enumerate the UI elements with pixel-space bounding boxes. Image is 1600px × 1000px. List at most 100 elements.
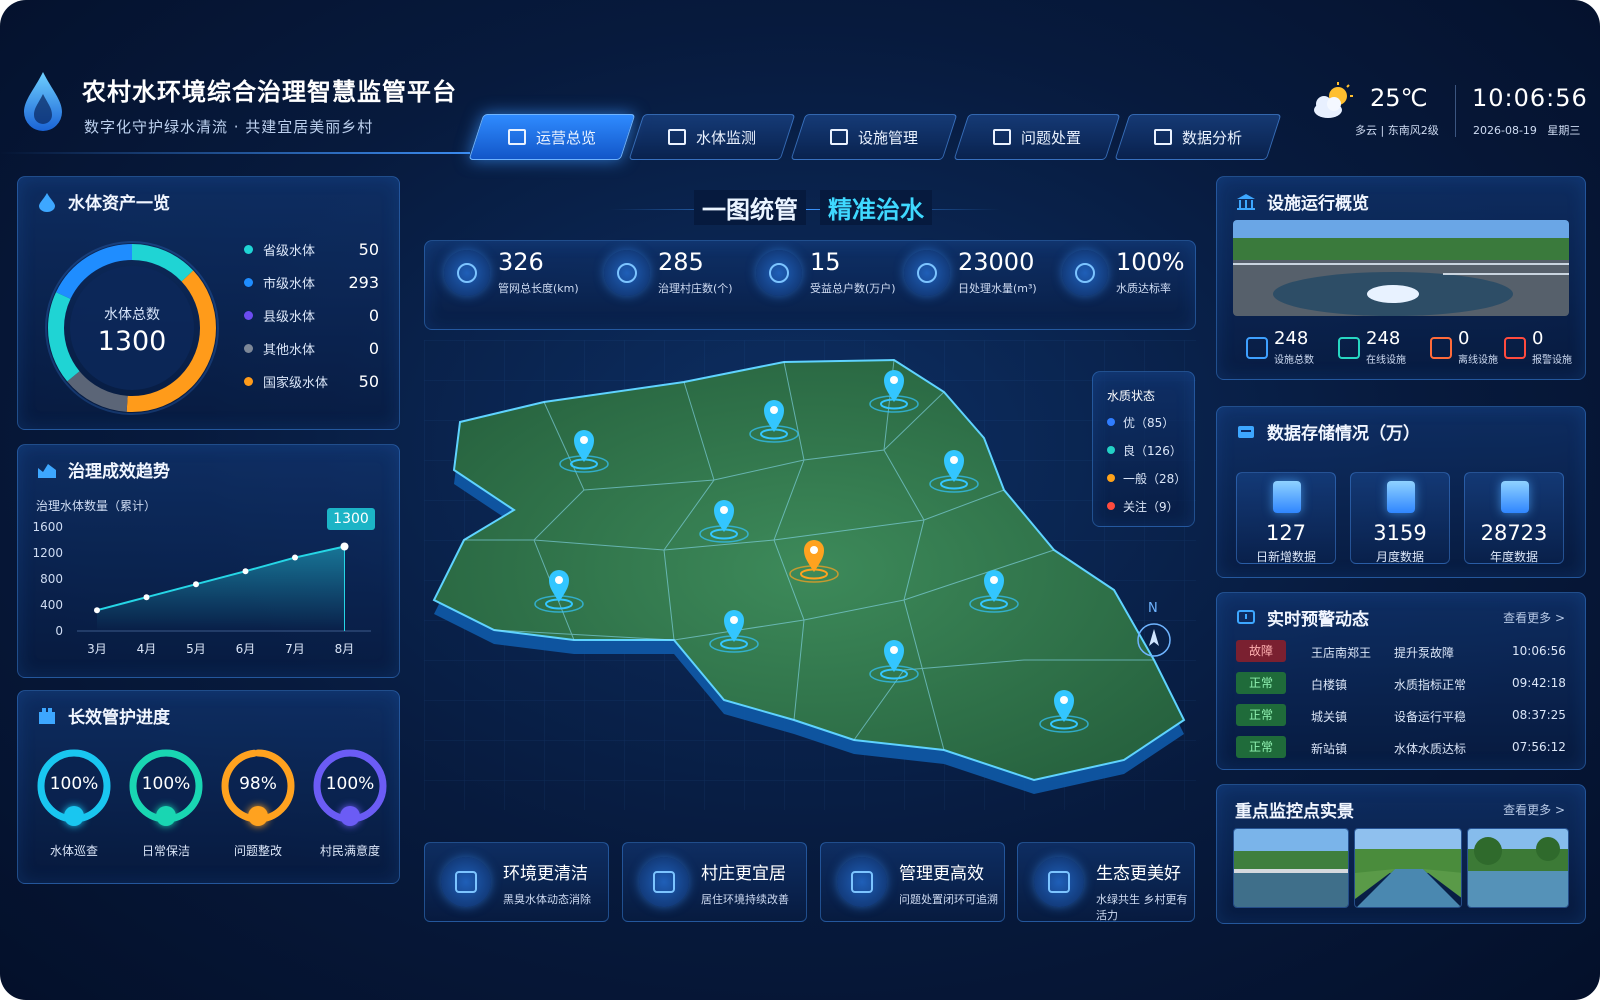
alert-row[interactable]: 故障 王店南郑王 提升泵故障 10:06:56 — [1236, 640, 1566, 664]
facility-title: 设施运行概览 — [1267, 194, 1369, 214]
legend-label: 国家级水体 — [263, 376, 329, 391]
ring-percent: 100% — [49, 774, 99, 794]
facility-stat-text: 0 离线设施 — [1458, 330, 1498, 367]
trend-point — [193, 581, 199, 588]
goal-card[interactable]: 村庄更宜居 居住环境持续改善 — [622, 842, 807, 922]
card-icon-glyph — [851, 871, 873, 893]
alert-status-badge: 故障 — [1236, 640, 1286, 662]
legend-value: 50 — [358, 240, 379, 259]
kpi-icon-glyph — [457, 263, 477, 283]
kpi-text: 15 受益总户数(万户) — [810, 250, 896, 296]
alert-row[interactable]: 正常 城关镇 设备运行平稳 08:37:25 — [1236, 704, 1566, 728]
ring-label: 水体巡查 — [49, 844, 98, 858]
file-icon — [1273, 481, 1301, 513]
kpi-icon-glyph — [917, 263, 937, 283]
card-subtitle: 黑臭水体动态消除 — [503, 893, 591, 906]
facility-stat: 0 离线设施 — [1430, 330, 1498, 366]
compass-label: N — [1148, 601, 1158, 616]
inspection-icon — [64, 806, 84, 826]
current-date: 2026-08-19 星期三 — [1473, 124, 1581, 137]
legend-dot — [244, 278, 253, 287]
alarm-icon — [1504, 337, 1526, 359]
panel-title: 数据存储情况（万） — [1235, 419, 1420, 444]
facility-stat: 0 报警设施 — [1504, 330, 1572, 366]
scene-thumbnail[interactable] — [1354, 828, 1462, 908]
trend-area — [97, 546, 345, 631]
trend-point — [94, 607, 100, 614]
legend-label: 省级水体 — [263, 244, 316, 259]
storage-title: 数据存储情况（万） — [1267, 424, 1420, 444]
alert-row[interactable]: 正常 新站镇 水体水质达标 07:56:12 — [1236, 736, 1566, 760]
alert-row[interactable]: 正常 白楼镇 水质指标正常 09:42:18 — [1236, 672, 1566, 696]
legend-dot — [1107, 446, 1115, 454]
legend-value: 0 — [368, 339, 379, 358]
scene-thumbnail[interactable] — [1467, 828, 1569, 908]
nav-tab-label: 问题处置 — [1020, 128, 1081, 147]
storage-item: 3159 月度数据 — [1350, 472, 1450, 564]
nav-tab-label: 运营总览 — [535, 128, 596, 147]
alert-event: 提升泵故障 — [1394, 646, 1455, 660]
nav-tab[interactable]: 水体监测 — [628, 114, 796, 160]
facility-stat-text: 0 报警设施 — [1532, 328, 1572, 367]
legend-label: 关注（9） — [1123, 499, 1179, 514]
facility-stat-text: 248 在线设施 — [1366, 328, 1406, 367]
legend-item: 优（85） — [1107, 408, 1194, 436]
bar-chart-icon — [1153, 129, 1172, 145]
facility-stat: 248 设施总数 — [1246, 330, 1314, 366]
building-icon — [36, 705, 58, 727]
goal-card[interactable]: 环境更清洁 黑臭水体动态消除 — [424, 842, 609, 922]
nav-tab[interactable]: 数据分析 — [1114, 114, 1282, 160]
dashboard-screen: 农村水环境综合治理智慧监管平台 数字化守护绿水清流 · 共建宜居美丽乡村 运营总… — [0, 0, 1600, 1000]
legend-dot — [1107, 474, 1115, 482]
nav-tab[interactable]: 问题处置 — [953, 114, 1121, 160]
legend-label: 一般（28） — [1123, 471, 1187, 486]
facility-stat-value: 0 — [1532, 328, 1544, 349]
goal-card[interactable]: 管理更高效 问题处置闭环可追溯 — [820, 842, 1005, 922]
facility-stat-value: 248 — [1366, 328, 1401, 349]
panel-title: 长效管护进度 — [36, 703, 170, 728]
alert-status-badge: 正常 — [1236, 736, 1286, 758]
legend-item: 一般（28） — [1107, 464, 1194, 492]
trend-title: 治理成效趋势 — [68, 462, 170, 482]
storage-label: 日新增数据 — [1255, 550, 1316, 564]
nav-tab[interactable]: 设施管理 — [790, 114, 958, 160]
alert-monitor-icon — [1235, 607, 1257, 629]
trend-chart-icon — [36, 459, 58, 481]
assets-legend-item: 省级水体 50 — [244, 240, 379, 259]
ring-percent: 98% — [239, 774, 277, 794]
goal-card[interactable]: 生态更美好 水绿共生 乡村更有活力 — [1017, 842, 1195, 922]
progress-ring: 100% 水体巡查 — [34, 746, 114, 858]
storage-item: 127 日新增数据 — [1236, 472, 1336, 564]
x-tick-label: 7月 — [285, 642, 305, 656]
facility-stat-label: 报警设施 — [1532, 355, 1572, 366]
panel-title: 设施运行概览 — [1235, 189, 1369, 214]
card-subtitle: 问题处置闭环可追溯 — [899, 893, 998, 906]
facility-photo — [1233, 220, 1569, 316]
kpi-value: 100% — [1116, 248, 1185, 276]
legend-item: 良（126） — [1107, 436, 1194, 464]
building-icon — [1246, 337, 1268, 359]
scenes-more-link[interactable]: 查看更多 > — [1503, 801, 1565, 818]
alerts-more-link[interactable]: 查看更多 > — [1503, 609, 1565, 626]
partly-cloudy-icon — [1314, 82, 1353, 118]
legend-title: 水质状态 — [1107, 388, 1156, 403]
ring-label: 日常保洁 — [141, 844, 190, 858]
card-icon-glyph — [455, 871, 477, 893]
alert-time: 09:42:18 — [1512, 676, 1566, 690]
weather-description: 多云 | 东南风2级 — [1355, 124, 1439, 137]
ring-percent: 100% — [325, 774, 375, 794]
kpi-value: 15 — [810, 248, 841, 276]
wrench-icon — [248, 806, 268, 826]
kpi-value: 285 — [658, 248, 704, 276]
legend-value: 50 — [358, 372, 379, 391]
nav-tab-label: 水体监测 — [695, 128, 756, 147]
alert-time: 10:06:56 — [1512, 644, 1566, 658]
kpi-text: 285 治理村庄数(个) — [658, 250, 733, 296]
alert-event: 设备运行平稳 — [1394, 710, 1467, 724]
nav-tab[interactable]: 运营总览 — [468, 114, 636, 160]
scene-thumbnail[interactable] — [1233, 828, 1349, 908]
kpi-item: 15 受益总户数(万户) — [756, 250, 896, 296]
legend-item: 关注（9） — [1107, 492, 1194, 520]
x-tick-label: 3月 — [87, 642, 107, 656]
storage-icon — [1235, 421, 1257, 443]
